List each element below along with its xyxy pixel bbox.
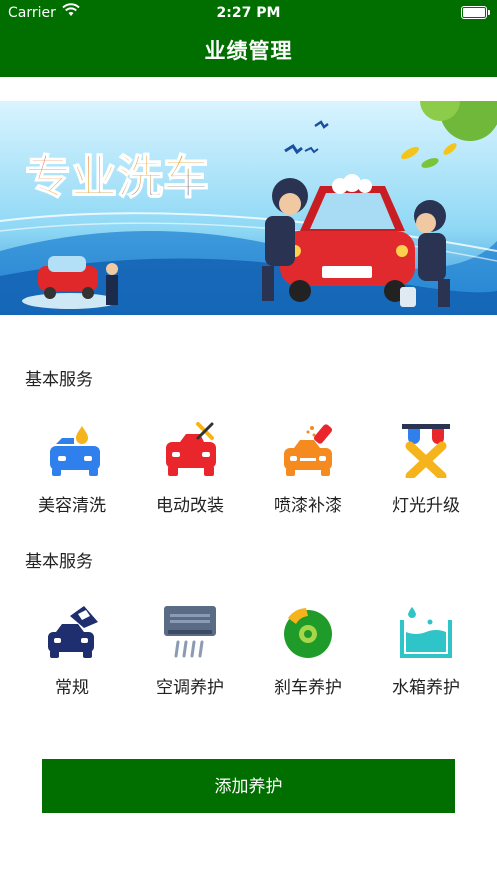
service-label: 水箱养护 [392, 678, 460, 698]
car-wash-banner-illustration: 专业洗车 [0, 101, 497, 315]
service-item-electric-mod[interactable]: 电动改装 [128, 422, 252, 532]
spray-paint-icon [284, 424, 333, 476]
service-label: 电动改装 [156, 496, 224, 516]
service-item-regular[interactable]: 常规 [10, 604, 134, 714]
car-wash-icon [50, 426, 100, 476]
service-label: 空调养护 [156, 678, 224, 698]
status-time: 2:27 PM [216, 5, 281, 21]
nav-bar: Carrier 2:27 PM 业绩管理 [0, 0, 497, 77]
service-label: 灯光升级 [392, 496, 460, 516]
water-tank-icon [400, 607, 452, 658]
car-hood-icon [48, 606, 98, 658]
service-item-brake-care[interactable]: 刹车养护 [246, 604, 370, 714]
service-item-water-tank-care[interactable]: 水箱养护 [364, 604, 488, 714]
air-conditioner-icon [164, 606, 216, 658]
service-item-light-upgrade[interactable]: 灯光升级 [364, 422, 488, 532]
battery-icon [461, 6, 490, 19]
brake-disc-icon [284, 608, 332, 658]
section-title-basic-services-2: 基本服务 [25, 552, 93, 572]
banner-headline: 专业洗车 [25, 150, 209, 204]
service-item-spray-paint[interactable]: 喷漆补漆 [246, 422, 370, 532]
car-repair-tools-icon [166, 422, 216, 476]
status-bar: Carrier 2:27 PM [0, 0, 497, 26]
service-label: 美容清洗 [38, 496, 106, 516]
section-title-basic-services: 基本服务 [25, 370, 93, 390]
service-label: 常规 [55, 678, 89, 698]
service-label: 刹车养护 [274, 678, 342, 698]
add-maintenance-button[interactable]: 添加养护 [42, 759, 455, 813]
service-item-ac-care[interactable]: 空调养护 [128, 604, 252, 714]
service-item-beauty-wash[interactable]: 美容清洗 [10, 422, 134, 532]
service-label: 喷漆补漆 [274, 496, 342, 516]
banner-image: 专业洗车 [0, 101, 497, 315]
light-upgrade-icon [402, 424, 450, 478]
page-title: 业绩管理 [204, 39, 293, 63]
